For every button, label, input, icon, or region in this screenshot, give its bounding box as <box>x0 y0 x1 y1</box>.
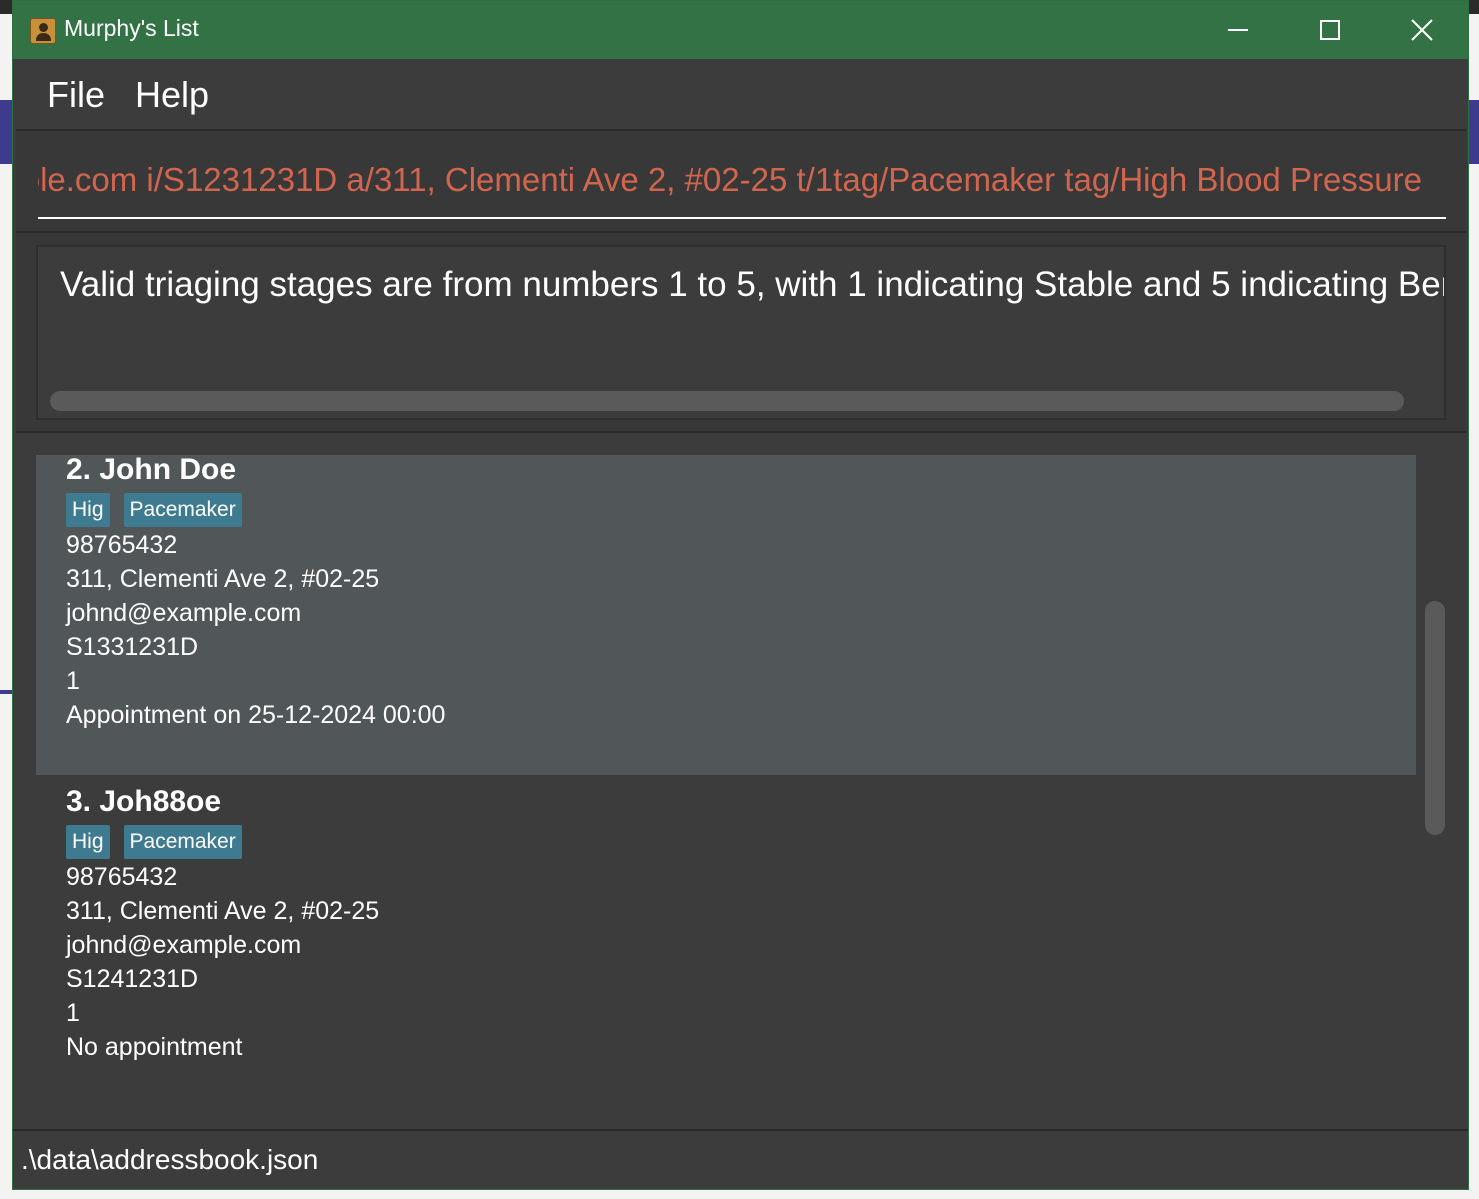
person-address: 311, Clementi Ave 2, #02-25 <box>66 565 380 593</box>
person-list[interactable]: 2. John Doe Hig Pacemaker 98765432 311, … <box>36 455 1416 1107</box>
result-display-panel: Valid triaging stages are from numbers 1… <box>16 233 1466 433</box>
person-tags: Hig Pacemaker <box>66 493 242 527</box>
person-address: 311, Clementi Ave 2, #02-25 <box>66 897 380 925</box>
minimize-button[interactable] <box>1192 1 1284 59</box>
window-title: Murphy's List <box>64 15 199 41</box>
minimize-icon <box>1228 29 1248 31</box>
tag-badge: Pacemaker <box>123 493 242 527</box>
person-appointment: Appointment on 25-12-2024 00:00 <box>66 701 446 729</box>
close-button[interactable] <box>1376 1 1468 59</box>
maximize-icon <box>1320 20 1340 40</box>
person-name: 3. Joh88oe <box>66 785 222 818</box>
command-input[interactable]: ple.com i/S1231231D a/311, Clementi Ave … <box>38 151 1446 219</box>
person-email: johnd@example.com <box>66 599 302 627</box>
person-list-panel: 2. John Doe Hig Pacemaker 98765432 311, … <box>16 435 1466 1129</box>
person-triage: 1 <box>66 667 80 695</box>
tag-badge: Pacemaker <box>123 825 242 859</box>
result-message: Valid triaging stages are from numbers 1… <box>60 265 1446 304</box>
tag-badge: Hig <box>66 825 110 859</box>
menu-bar: File Help <box>13 59 1468 129</box>
person-nric: S1331231D <box>66 633 199 661</box>
data-file-path: .\data\addressbook.json <box>21 1144 319 1175</box>
person-nric: S1241231D <box>66 965 199 993</box>
person-tags: Hig Pacemaker <box>66 825 242 859</box>
command-input-text: ple.com i/S1231231D a/311, Clementi Ave … <box>38 161 1422 198</box>
status-bar: .\data\addressbook.json <box>13 1129 1468 1189</box>
horizontal-scrollbar[interactable] <box>50 391 1404 411</box>
person-phone: 98765432 <box>66 531 178 559</box>
app-window: Murphy's List File Help ple.com i/S12312… <box>12 0 1469 1190</box>
person-card[interactable]: 3. Joh88oe Hig Pacemaker 98765432 311, C… <box>36 775 1416 1107</box>
person-name: 2. John Doe <box>66 455 237 486</box>
tag-badge: Hig <box>66 493 110 527</box>
close-icon <box>1411 19 1433 41</box>
menu-file[interactable]: File <box>47 74 105 116</box>
menu-help[interactable]: Help <box>135 74 209 116</box>
person-triage: 1 <box>66 999 80 1027</box>
result-display[interactable]: Valid triaging stages are from numbers 1… <box>36 245 1446 420</box>
person-email: johnd@example.com <box>66 931 302 959</box>
vertical-scrollbar[interactable] <box>1425 601 1445 835</box>
address-book-icon <box>30 18 56 44</box>
person-appointment: No appointment <box>66 1033 243 1061</box>
person-card-selected[interactable]: 2. John Doe Hig Pacemaker 98765432 311, … <box>36 455 1416 775</box>
person-phone: 98765432 <box>66 863 178 891</box>
title-bar[interactable]: Murphy's List <box>13 1 1468 59</box>
maximize-button[interactable] <box>1284 1 1376 59</box>
command-box-panel: ple.com i/S1231231D a/311, Clementi Ave … <box>16 129 1466 233</box>
